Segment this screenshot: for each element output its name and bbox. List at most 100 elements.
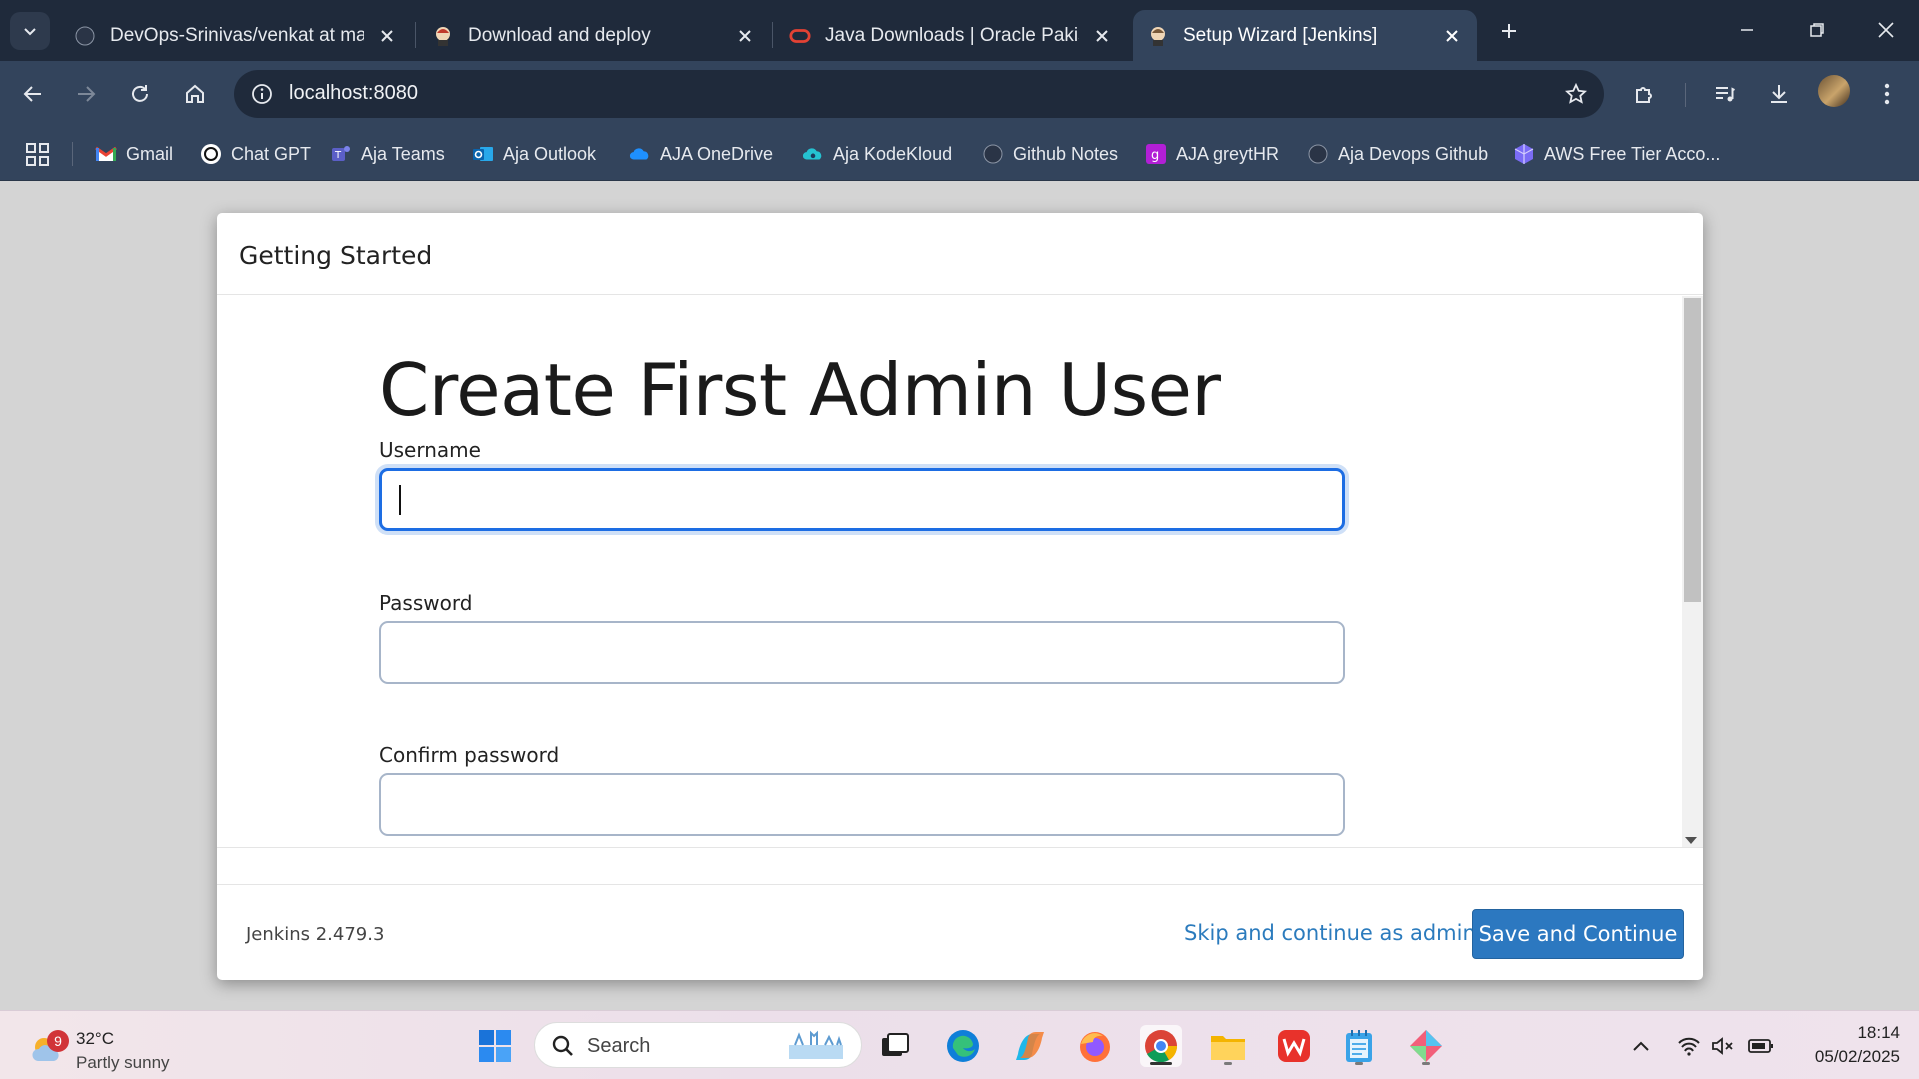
bookmark-kodekloud[interactable]: Aja KodeKloud [802, 139, 952, 169]
onedrive-icon [629, 143, 651, 165]
scroll-down-arrow-icon[interactable] [1685, 837, 1697, 844]
search-highlight-icon [789, 1030, 843, 1059]
media-queue-icon [1716, 87, 1735, 102]
tab-setup-wizard[interactable]: Setup Wizard [Jenkins] [1133, 10, 1477, 61]
notepad-icon [1346, 1030, 1372, 1062]
outlook-icon [472, 143, 494, 165]
bookmark-label: Aja Teams [361, 143, 445, 164]
bookmark-greythr[interactable]: g AJA greytHR [1145, 139, 1279, 169]
scrollbar[interactable] [1682, 296, 1703, 847]
bookmark-onedrive[interactable]: AJA OneDrive [629, 139, 773, 169]
close-icon[interactable] [734, 25, 756, 47]
start-button[interactable] [474, 1025, 516, 1067]
search-placeholder: Search [587, 1035, 651, 1057]
taskbar-copilot[interactable] [1009, 1025, 1051, 1067]
chevron-up-icon [1633, 1041, 1649, 1051]
reload-button[interactable] [120, 74, 160, 114]
weather-widget[interactable]: 9 32°C Partly sunny [28, 1021, 228, 1072]
wps-office-icon [1278, 1030, 1310, 1062]
taskbar-chrome[interactable] [1140, 1025, 1182, 1067]
bookmark-devops-github[interactable]: Aja Devops Github [1307, 139, 1488, 169]
bookmark-chatgpt[interactable]: Chat GPT [200, 139, 311, 169]
restore-button[interactable] [1797, 10, 1837, 50]
downloads-button[interactable] [1759, 74, 1799, 114]
media-control-button[interactable] [1705, 74, 1745, 114]
close-icon[interactable] [376, 25, 398, 47]
minimize-button[interactable] [1727, 10, 1767, 50]
taskbar-firefox[interactable] [1074, 1025, 1116, 1067]
tab-title: Download and deploy [468, 24, 651, 46]
bookmark-outlook[interactable]: Aja Outlook [472, 139, 596, 169]
tab-separator [772, 22, 773, 48]
home-icon [186, 84, 204, 103]
bookmark-star-icon[interactable] [1560, 78, 1592, 110]
windows-taskbar: 9 32°C Partly sunny Search 18:14 05/02/2… [0, 1010, 1919, 1079]
confirm-password-input[interactable] [379, 773, 1345, 836]
bookmark-gmail[interactable]: Gmail [95, 139, 173, 169]
tab-download-deploy[interactable]: Download and deploy [418, 10, 770, 61]
password-input[interactable] [379, 621, 1345, 684]
jenkins-version: Jenkins 2.479.3 [246, 924, 385, 945]
extensions-button[interactable] [1625, 74, 1665, 114]
weather-condition: Partly sunny [76, 1053, 170, 1072]
chevron-down-icon [24, 28, 36, 36]
teams-icon: T [330, 143, 352, 165]
minimize-icon [1741, 29, 1753, 31]
taskbar-snipping[interactable] [1405, 1025, 1447, 1067]
bookmark-teams[interactable]: T Aja Teams [330, 139, 445, 169]
tab-search-button[interactable] [10, 12, 50, 50]
close-window-button[interactable] [1866, 10, 1906, 50]
jenkins-icon [1147, 25, 1169, 47]
dialog-header: Getting Started [217, 213, 1703, 295]
dialog-header-title: Getting Started [239, 241, 433, 270]
taskbar-notepad[interactable] [1338, 1025, 1380, 1067]
running-indicator [1355, 1062, 1363, 1065]
tab-java-downloads[interactable]: Java Downloads | Oracle Pakistan [775, 10, 1127, 61]
username-label: Username [379, 438, 481, 462]
tab-strip: DevOps-Srinivas/venkat at main Download … [0, 0, 1919, 61]
edge-icon [947, 1030, 979, 1062]
greythr-icon: g [1145, 143, 1167, 165]
puzzle-icon [1636, 87, 1652, 103]
address-bar[interactable]: localhost:8080 [234, 70, 1604, 118]
close-icon[interactable] [1441, 25, 1463, 47]
tab-github[interactable]: DevOps-Srinivas/venkat at main [60, 10, 412, 61]
copilot-icon [1016, 1032, 1044, 1060]
bookmark-label: AWS Free Tier Acco... [1544, 143, 1721, 164]
apps-grid-icon[interactable] [25, 142, 51, 168]
new-tab-button[interactable] [1492, 14, 1526, 48]
site-info-icon[interactable] [246, 78, 278, 110]
save-continue-button[interactable]: Save and Continue [1472, 909, 1684, 959]
taskbar-edge[interactable] [942, 1025, 984, 1067]
taskbar-file-explorer[interactable] [1207, 1025, 1249, 1067]
show-hidden-icons-button[interactable] [1627, 1033, 1655, 1059]
close-icon[interactable] [1091, 25, 1113, 47]
home-button[interactable] [175, 74, 215, 114]
reload-icon [132, 85, 148, 102]
text-caret [399, 485, 401, 515]
dialog-body[interactable]: Create First Admin User Username Passwor… [217, 296, 1703, 848]
bookmark-aws[interactable]: AWS Free Tier Acco... [1513, 139, 1720, 169]
bookmark-github-notes[interactable]: Github Notes [982, 139, 1118, 169]
jenkins-icon [432, 25, 454, 47]
bookmark-label: Chat GPT [231, 143, 312, 164]
taskbar-wps[interactable] [1273, 1025, 1315, 1067]
profile-avatar[interactable] [1818, 75, 1850, 107]
task-view-button[interactable] [874, 1025, 916, 1067]
taskbar-search[interactable]: Search [534, 1022, 862, 1068]
system-clock[interactable]: 18:14 05/02/2025 [1790, 1021, 1900, 1069]
github-icon [1307, 143, 1329, 165]
network-button[interactable] [1675, 1033, 1703, 1059]
battery-button[interactable] [1747, 1033, 1775, 1059]
plus-icon [1502, 24, 1516, 38]
scrollbar-thumb[interactable] [1684, 298, 1701, 602]
skip-continue-admin-link[interactable]: Skip and continue as admin [1184, 921, 1476, 945]
username-input[interactable] [379, 468, 1345, 531]
back-button[interactable] [13, 74, 53, 114]
dialog-footer: Jenkins 2.479.3 Skip and continue as adm… [217, 886, 1703, 980]
forward-button[interactable] [66, 74, 106, 114]
bookmark-label: Github Notes [1013, 143, 1119, 164]
volume-button[interactable] [1709, 1033, 1737, 1059]
menu-button[interactable] [1867, 74, 1907, 114]
snipping-tool-icon [1410, 1030, 1442, 1062]
